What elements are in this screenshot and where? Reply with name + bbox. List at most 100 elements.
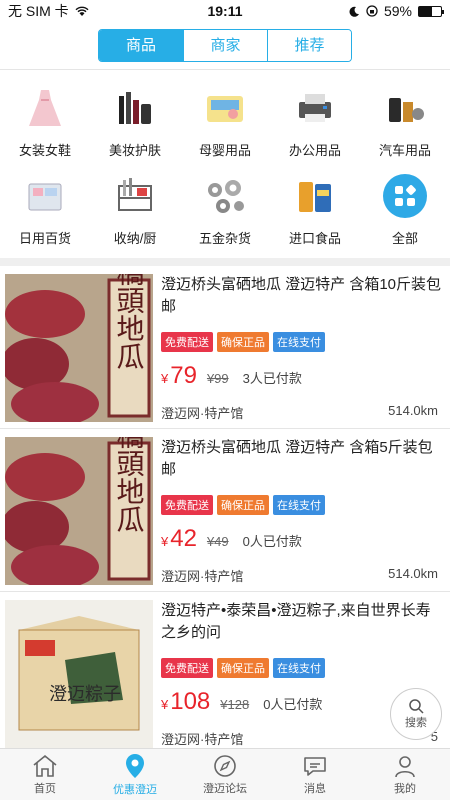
tab-discount[interactable]: 优惠澄迈: [90, 749, 180, 800]
category-imported-food[interactable]: 进口食品: [270, 166, 360, 254]
currency-symbol: ¥: [161, 534, 169, 549]
sweet-potato-image: 橋頭地瓜: [5, 437, 153, 585]
moon-icon: [349, 6, 359, 17]
home-icon: [33, 754, 57, 777]
original-price: ¥99: [206, 371, 229, 386]
storage-box-image: [21, 174, 69, 218]
paid-count: 3人已付款: [242, 371, 302, 386]
product-title: 澄迈特产•泰荣昌•澄迈粽子,来自世界长寿之乡的问: [161, 602, 431, 641]
category-label: 进口食品: [288, 231, 341, 246]
tab-label: 消息: [304, 782, 326, 795]
category-label: 母婴用品: [198, 143, 251, 158]
category-hardware[interactable]: 五金杂货: [180, 166, 270, 254]
cosmetics-image: [111, 86, 159, 130]
location-pin-icon: [126, 753, 144, 778]
tag-free-delivery: 免费配送: [161, 658, 213, 678]
category-car[interactable]: 汽车用品: [360, 78, 450, 166]
segment-bar: 商品 商家 推荐: [0, 22, 450, 70]
tab-label: 我的: [394, 782, 416, 795]
grid-icon: [383, 174, 427, 218]
person-icon: [395, 755, 415, 777]
tab-label: 优惠澄迈: [113, 783, 157, 796]
product-info: 澄迈桥头富硒地瓜 澄迈特产 含箱5斤装包邮 免费配送 确保正品 在线支付 ¥ 4…: [161, 437, 442, 591]
segment-recommend[interactable]: 推荐: [267, 30, 351, 61]
battery-fill: [419, 6, 432, 16]
biscuits-image: [291, 174, 339, 218]
tag-genuine: 确保正品: [217, 495, 269, 515]
product-title: 澄迈桥头富硒地瓜 澄迈特产 含箱10斤装包邮: [161, 276, 442, 315]
category-label: 美妆护肤: [108, 143, 161, 158]
zongzi-box-image: 澄迈粽子: [5, 600, 153, 748]
category-label: 汽车用品: [378, 143, 431, 158]
currency-symbol: ¥: [161, 371, 169, 386]
product-tags: 免费配送 确保正品 在线支付: [161, 495, 442, 515]
product-title: 澄迈桥头富硒地瓜 澄迈特产 含箱5斤装包邮: [161, 439, 433, 478]
printer-image: [291, 86, 339, 130]
category-label: 办公用品: [288, 143, 341, 158]
tab-forum[interactable]: 澄迈论坛: [180, 749, 270, 800]
product-item[interactable]: 橋頭地瓜 澄迈桥头富硒地瓜 澄迈特产 含箱5斤装包邮 免费配送 确保正品 在线支…: [0, 429, 450, 592]
battery-percent: 59%: [383, 3, 412, 19]
category-baby[interactable]: 母婴用品: [180, 78, 270, 166]
segmented-control: 商品 商家 推荐: [98, 29, 352, 62]
paid-count: 0人已付款: [242, 534, 302, 549]
category-office[interactable]: 办公用品: [270, 78, 360, 166]
category-kitchen[interactable]: 收纳/厨: [90, 166, 180, 254]
category-grid: 女装女鞋 美妆护肤 母婴用品 办公用品 汽车用品 日用百货 收纳/厨 五金杂货 …: [0, 70, 450, 254]
kitchen-rack-image: [111, 174, 159, 218]
shop-name: 澄迈网·特产馆: [161, 406, 244, 421]
category-cosmetics[interactable]: 美妆护肤: [90, 78, 180, 166]
distance: 514.0km: [388, 566, 438, 581]
section-divider: [0, 258, 450, 266]
category-all[interactable]: 全部: [360, 166, 450, 254]
product-item[interactable]: 橋頭地瓜 澄迈桥头富硒地瓜 澄迈特产 含箱10斤装包邮 免费配送 确保正品 在线…: [0, 266, 450, 429]
status-bar: 无 SIM 卡 19:11 59%: [0, 0, 450, 22]
car-accessories-image: [381, 86, 429, 130]
original-price: ¥49: [206, 534, 229, 549]
compass-icon: [214, 754, 236, 777]
tag-online-pay: 在线支付: [273, 495, 325, 515]
currency-symbol: ¥: [161, 697, 169, 712]
tag-free-delivery: 免费配送: [161, 332, 213, 352]
tab-home[interactable]: 首页: [0, 749, 90, 800]
rotation-lock-icon: [366, 5, 378, 17]
status-right: 59%: [349, 3, 444, 19]
search-icon: [409, 699, 424, 714]
tag-online-pay: 在线支付: [273, 332, 325, 352]
wifi-icon: [75, 6, 89, 16]
price-row: ¥ 79 ¥99 3人已付款: [161, 362, 442, 390]
price: 108: [170, 688, 211, 715]
distance: 514.0km: [388, 403, 438, 418]
battery-icon: [418, 5, 444, 17]
shop-name: 澄迈网·特产馆: [161, 569, 244, 584]
tab-label: 首页: [34, 782, 56, 795]
dress-image: [21, 86, 69, 130]
tag-genuine: 确保正品: [217, 658, 269, 678]
category-daily[interactable]: 日用百货: [0, 166, 90, 254]
tag-online-pay: 在线支付: [273, 658, 325, 678]
tab-messages[interactable]: 消息: [270, 749, 360, 800]
image-text: 澄迈粽子: [49, 684, 121, 705]
price: 79: [170, 362, 197, 389]
segment-merchants[interactable]: 商家: [183, 30, 267, 61]
carrier-text: 无 SIM 卡: [8, 3, 69, 19]
diapers-image: [201, 86, 249, 130]
status-left: 无 SIM 卡: [8, 1, 89, 21]
category-women-clothing[interactable]: 女装女鞋: [0, 78, 90, 166]
price-row: ¥ 42 ¥49 0人已付款: [161, 525, 442, 553]
price: 42: [170, 525, 197, 552]
tag-genuine: 确保正品: [217, 332, 269, 352]
category-label: 全部: [391, 231, 418, 246]
shop-name: 澄迈网·特产馆: [161, 732, 244, 747]
segment-products[interactable]: 商品: [99, 30, 183, 61]
search-float-button[interactable]: 搜索: [390, 688, 442, 740]
original-price: ¥128: [220, 697, 250, 712]
chat-bubble-icon: [304, 756, 326, 776]
product-item[interactable]: 澄迈粽子 澄迈特产•泰荣昌•澄迈粽子,来自世界长寿之乡的问 免费配送 确保正品 …: [0, 592, 450, 755]
shop-row: 澄迈网·特产馆 514.0km: [161, 566, 438, 585]
image-text: 橋頭地瓜: [113, 437, 146, 533]
category-label: 女装女鞋: [18, 143, 71, 158]
bearings-image: [201, 174, 249, 218]
tab-profile[interactable]: 我的: [360, 749, 450, 800]
category-label: 五金杂货: [198, 231, 251, 246]
